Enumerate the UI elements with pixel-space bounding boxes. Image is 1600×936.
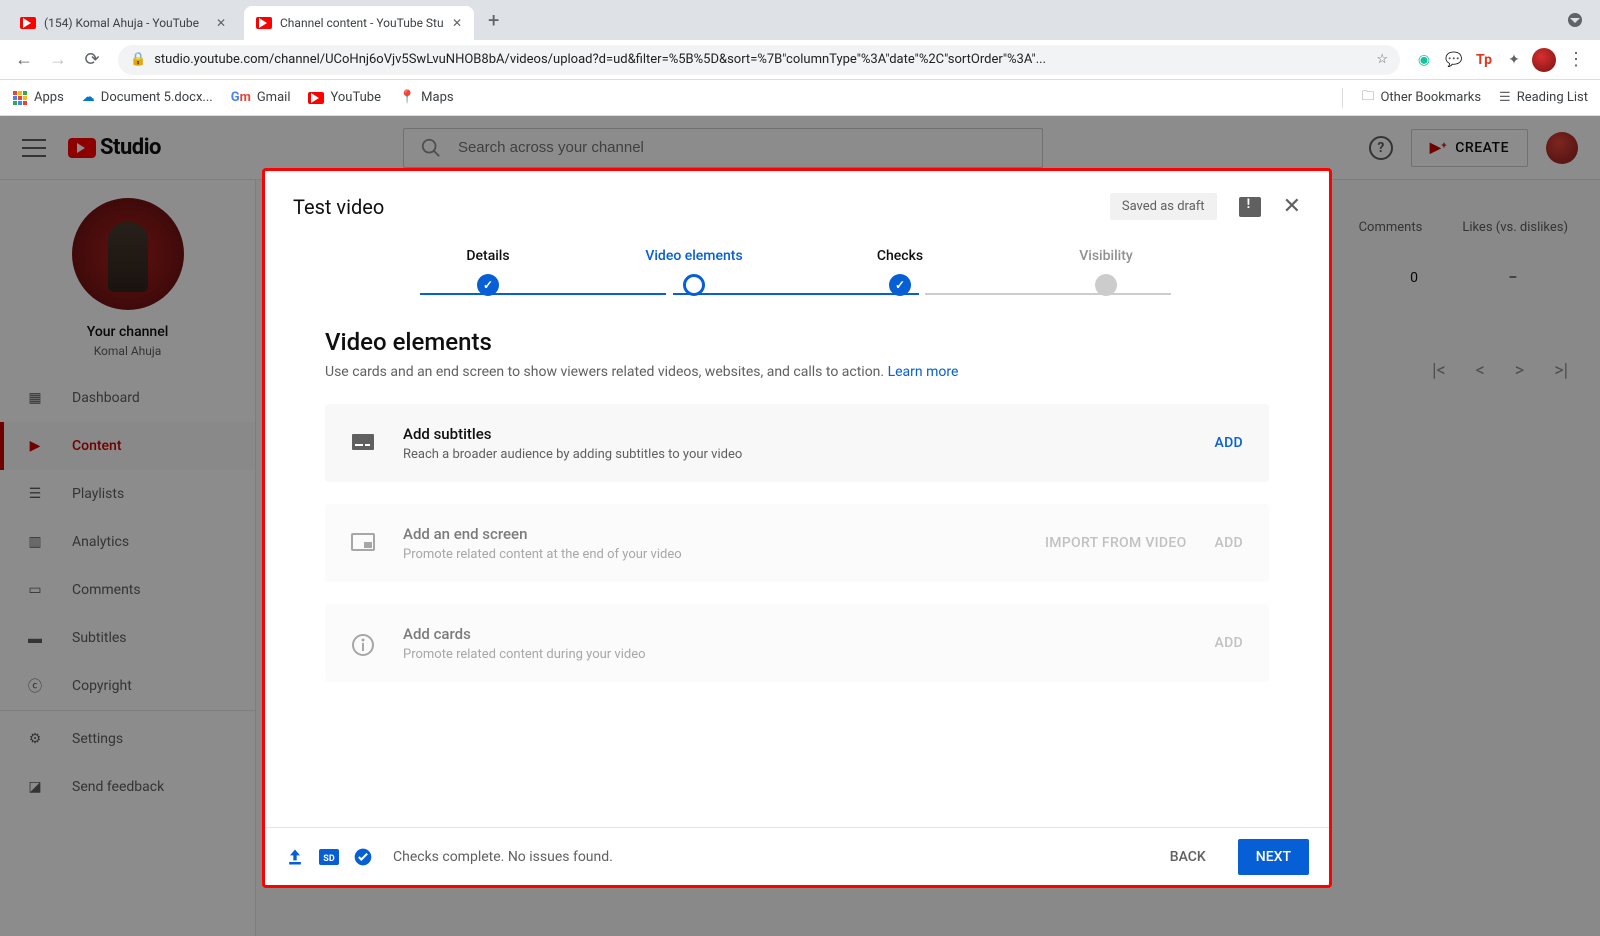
next-button[interactable]: NEXT — [1238, 839, 1309, 875]
extension-icon[interactable]: Tp — [1472, 48, 1496, 72]
grammarly-icon[interactable]: ◉ — [1412, 48, 1436, 72]
profile-avatar[interactable] — [1532, 48, 1556, 72]
upload-dialog: Test video Saved as draft ✕ Details Vide… — [262, 168, 1332, 888]
feedback-icon[interactable] — [1239, 197, 1261, 217]
check-icon — [889, 274, 911, 296]
other-bookmarks[interactable]: 🗀Other Bookmarks — [1361, 87, 1481, 109]
star-icon[interactable]: ☆ — [1376, 52, 1388, 67]
upload-stepper: Details Video elements Checks Visibility — [265, 240, 1329, 296]
dialog-body: Video elements Use cards and an end scre… — [265, 296, 1329, 827]
bookmark-item[interactable]: GmGmail — [231, 90, 291, 105]
card-add-end-screen: Add an end screen Promote related conten… — [325, 504, 1269, 582]
bookmark-item[interactable]: 📍Maps — [399, 90, 454, 105]
url-text: studio.youtube.com/channel/UCoHnj6oVjv5S… — [154, 52, 1368, 67]
section-heading: Video elements — [325, 328, 1269, 356]
tab-studio[interactable]: Channel content - YouTube Stu ✕ — [244, 6, 474, 40]
step-details[interactable]: Details — [385, 248, 591, 296]
end-screen-icon — [351, 533, 375, 553]
step-visibility[interactable]: Visibility — [1003, 248, 1209, 296]
forward-icon: → — [44, 46, 72, 74]
url-field[interactable]: 🔒 studio.youtube.com/channel/UCoHnj6oVjv… — [118, 45, 1400, 75]
card-sub: Promote related content at the end of yo… — [403, 547, 1017, 562]
tab-youtube[interactable]: (154) Komal Ahuja - YouTube ✕ — [8, 6, 238, 40]
apps-button[interactable]: Apps — [12, 90, 64, 106]
check-circle-icon — [353, 847, 373, 867]
step-video-elements[interactable]: Video elements — [591, 248, 797, 296]
card-sub: Promote related content during your vide… — [403, 647, 1187, 662]
learn-more-link[interactable]: Learn more — [888, 364, 959, 380]
saved-badge: Saved as draft — [1110, 193, 1217, 220]
svg-text:SD: SD — [323, 854, 335, 864]
bookmarks-bar: Apps ☁Document 5.docx... GmGmail YouTube… — [0, 80, 1600, 116]
card-title: Add subtitles — [403, 425, 1187, 443]
address-bar: ← → ⟳ 🔒 studio.youtube.com/channel/UCoHn… — [0, 40, 1600, 80]
card-sub: Reach a broader audience by adding subti… — [403, 447, 1187, 462]
card-title: Add cards — [403, 625, 1187, 643]
add-end-screen-button: ADD — [1215, 535, 1243, 551]
current-step-icon — [683, 274, 705, 296]
back-button[interactable]: BACK — [1156, 839, 1220, 875]
reading-list[interactable]: ☰Reading List — [1499, 90, 1588, 105]
step-checks[interactable]: Checks — [797, 248, 1003, 296]
card-add-subtitles: Add subtitles Reach a broader audience b… — [325, 404, 1269, 482]
tab-label: (154) Komal Ahuja - YouTube — [44, 16, 199, 30]
back-icon[interactable]: ← — [10, 46, 38, 74]
add-cards-button: ADD — [1215, 635, 1243, 651]
lock-icon: 🔒 — [130, 52, 146, 67]
close-icon[interactable]: ✕ — [216, 16, 226, 30]
dialog-title: Test video — [293, 195, 384, 219]
future-step-icon — [1095, 274, 1117, 296]
card-add-cards: Add cards Promote related content during… — [325, 604, 1269, 682]
dialog-header: Test video Saved as draft ✕ — [265, 171, 1329, 240]
dialog-footer: SD Checks complete. No issues found. BAC… — [265, 827, 1329, 885]
info-icon — [351, 633, 375, 653]
section-description: Use cards and an end screen to show view… — [325, 364, 1269, 380]
bookmark-item[interactable]: YouTube — [308, 90, 381, 105]
add-subtitles-button[interactable]: ADD — [1215, 435, 1243, 451]
new-tab-button[interactable]: + — [480, 8, 507, 32]
close-icon[interactable]: ✕ — [452, 16, 462, 30]
sd-icon: SD — [319, 849, 339, 865]
chevron-down-icon[interactable] — [1568, 13, 1582, 27]
apps-label: Apps — [34, 90, 64, 105]
reload-icon[interactable]: ⟳ — [78, 46, 106, 74]
checks-status: Checks complete. No issues found. — [393, 849, 613, 865]
card-title: Add an end screen — [403, 525, 1017, 543]
subtitles-icon — [351, 433, 375, 453]
bookmark-item[interactable]: ☁Document 5.docx... — [82, 90, 213, 105]
import-from-video-button: IMPORT FROM VIDEO — [1045, 535, 1187, 551]
browser-tabstrip: (154) Komal Ahuja - YouTube ✕ Channel co… — [0, 0, 1600, 40]
extensions-icon[interactable]: ✦ — [1502, 48, 1526, 72]
menu-icon[interactable]: ⋮ — [1562, 46, 1590, 74]
extension-icon[interactable]: 💬 — [1442, 48, 1466, 72]
check-icon — [477, 274, 499, 296]
tab-label: Channel content - YouTube Stu — [280, 16, 444, 30]
close-icon[interactable]: ✕ — [1283, 194, 1301, 219]
upload-icon — [285, 847, 305, 867]
